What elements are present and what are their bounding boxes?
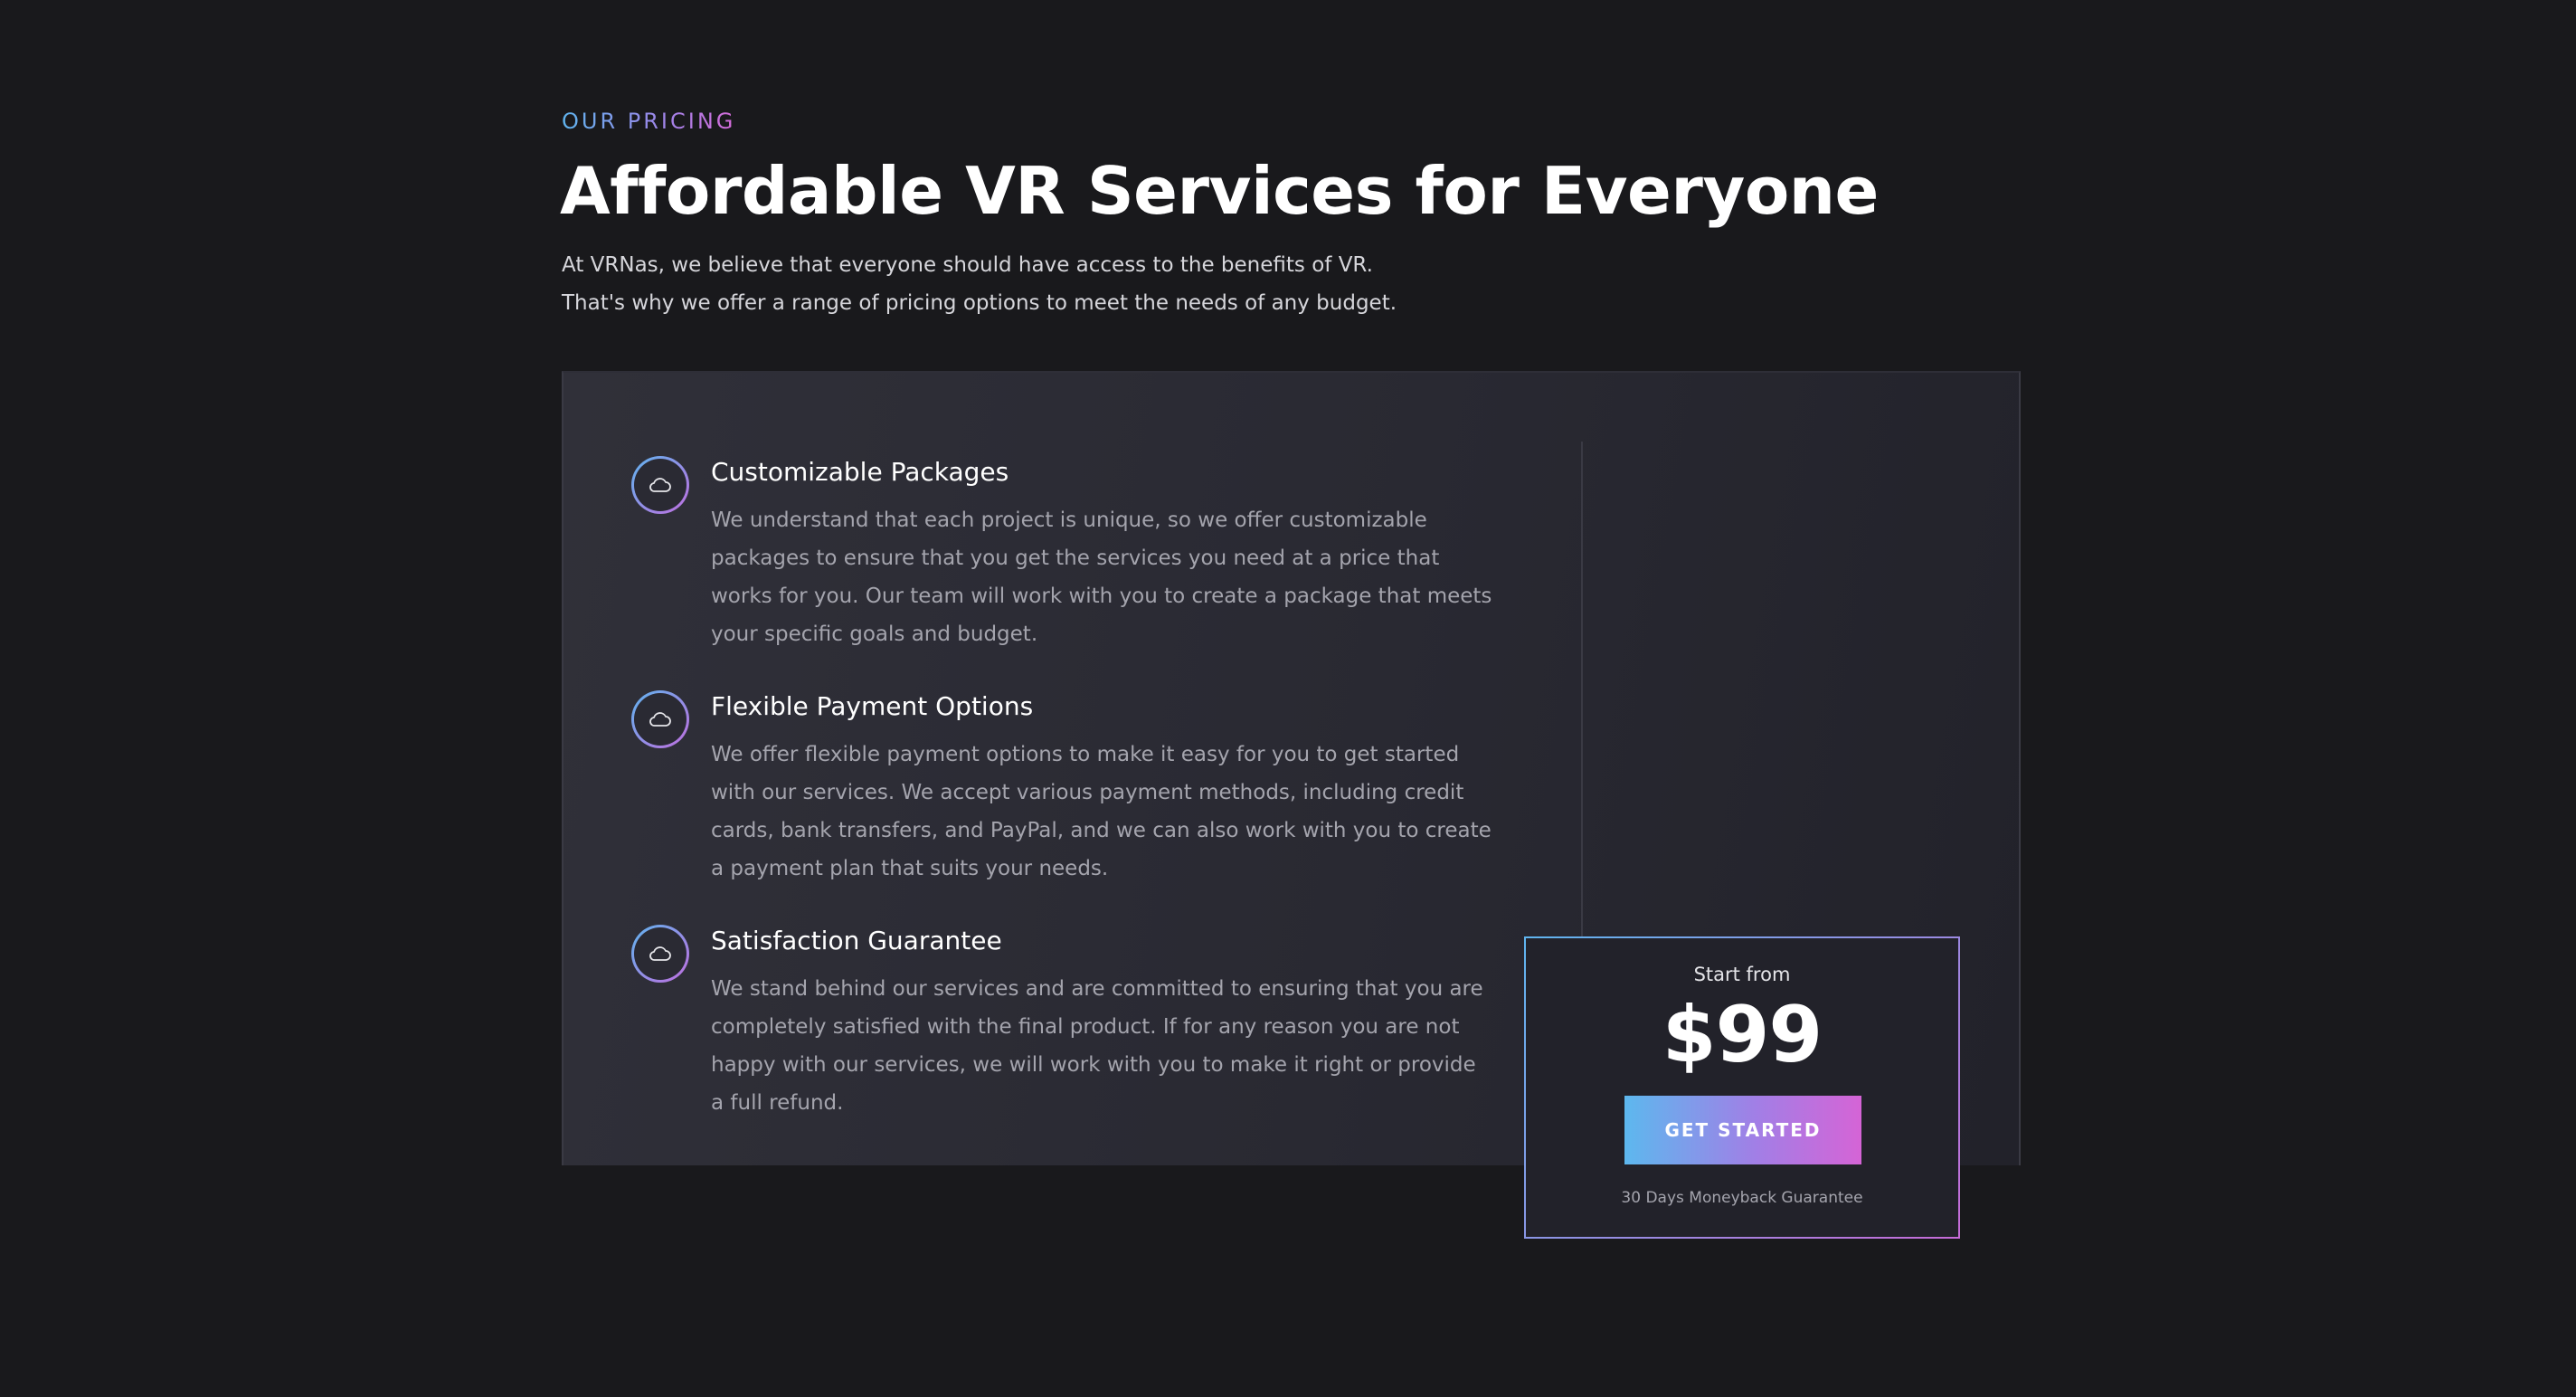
section-eyebrow: OUR PRICING: [562, 109, 736, 134]
feature-icon-ring: [631, 690, 689, 748]
get-started-button[interactable]: GET STARTED: [1624, 1096, 1861, 1164]
cloud-icon: [649, 712, 671, 727]
price-value: $99: [1662, 990, 1823, 1080]
start-from-label: Start from: [1693, 964, 1791, 985]
price-card: Start from $99 GET STARTED 30 Days Money…: [1524, 936, 1960, 1239]
page-title: Affordable VR Services for Everyone: [560, 153, 1879, 229]
feature-title: Customizable Packages: [711, 457, 1009, 487]
section-subtitle: At VRNas, we believe that everyone shoul…: [562, 253, 1397, 315]
moneyback-guarantee: 30 Days Moneyback Guarantee: [1621, 1189, 1863, 1207]
feature-description: We stand behind our services and are com…: [711, 977, 1483, 1115]
feature-icon-ring: [631, 925, 689, 983]
feature-description: We offer flexible payment options to mak…: [711, 743, 1492, 880]
panel-divider: [1581, 442, 1583, 937]
feature-description: We understand that each project is uniqu…: [711, 508, 1492, 646]
cloud-icon: [649, 478, 671, 492]
feature-icon-ring: [631, 456, 689, 514]
feature-title: Flexible Payment Options: [711, 691, 1034, 721]
feature-title: Satisfaction Guarantee: [711, 926, 1002, 955]
cloud-icon: [649, 946, 671, 961]
